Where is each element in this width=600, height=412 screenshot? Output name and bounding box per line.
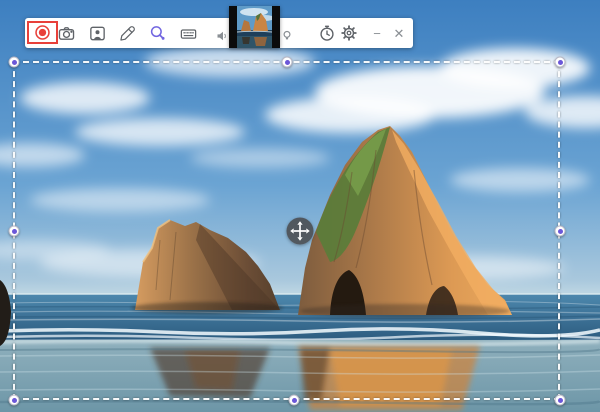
pencil-icon xyxy=(118,24,137,43)
timer-clock-icon xyxy=(318,24,336,42)
selection-handle-top-middle[interactable] xyxy=(282,57,293,68)
timer-button[interactable] xyxy=(316,22,338,44)
capture-area-preview-thumbnail xyxy=(229,6,280,48)
speaker-toggle[interactable] xyxy=(215,29,229,43)
move-cross-icon xyxy=(290,221,311,242)
camera-icon xyxy=(57,24,76,43)
selection-handle-bottom-left[interactable] xyxy=(9,395,20,406)
window-capture-button[interactable] xyxy=(86,22,108,44)
minimize-button[interactable]: − xyxy=(366,22,388,44)
window-capture-icon xyxy=(88,24,107,43)
settings-gear-icon xyxy=(340,24,358,42)
magnifier-button[interactable] xyxy=(146,22,168,44)
selection-handle-top-right[interactable] xyxy=(555,57,566,68)
capture-toolbar: − ✕ xyxy=(25,18,413,48)
keyboard-button[interactable] xyxy=(177,22,199,44)
close-icon: ✕ xyxy=(394,27,405,40)
minimize-icon: − xyxy=(373,27,381,40)
selection-handle-top-left[interactable] xyxy=(9,57,20,68)
screen-capture-overlay: − ✕ xyxy=(0,0,600,412)
preview-photo-icon xyxy=(237,6,272,48)
lightbulb-icon xyxy=(281,30,293,42)
record-button[interactable] xyxy=(27,21,58,44)
camera-snapshot-button[interactable] xyxy=(55,22,77,44)
selection-handle-bottom-middle[interactable] xyxy=(289,395,300,406)
speaker-icon xyxy=(216,30,228,42)
selection-handle-middle-right[interactable] xyxy=(555,226,566,237)
lightbulb-toggle[interactable] xyxy=(280,29,294,43)
edit-pencil-button[interactable] xyxy=(116,22,138,44)
record-icon xyxy=(34,24,51,41)
close-button[interactable]: ✕ xyxy=(388,22,410,44)
keyboard-icon xyxy=(179,24,198,43)
selection-handle-bottom-right[interactable] xyxy=(555,395,566,406)
selection-handle-middle-left[interactable] xyxy=(9,226,20,237)
settings-button[interactable] xyxy=(338,22,360,44)
magnifier-icon xyxy=(148,24,167,43)
move-selection-button[interactable] xyxy=(287,218,314,245)
